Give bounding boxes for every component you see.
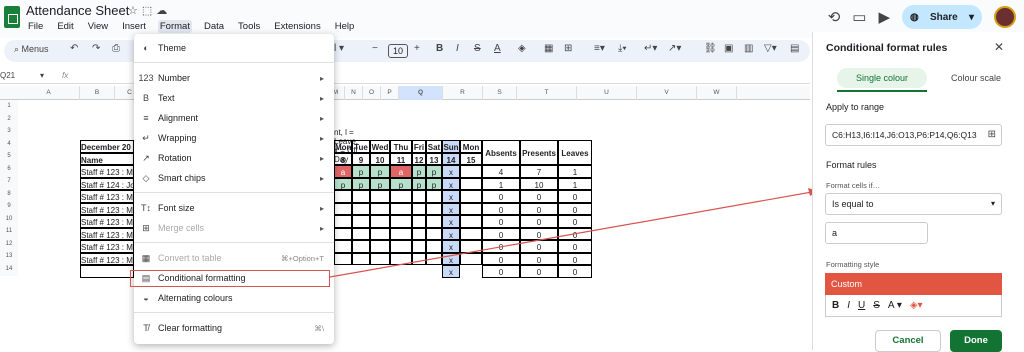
grid-select-icon[interactable]: ⊞ — [988, 125, 996, 145]
range-value: C6:H13,I6:I14,J6:O13,P6:P14,Q6:Q13 — [832, 130, 977, 140]
underline-icon[interactable]: U — [858, 300, 865, 311]
format-rules-label: Format rules — [826, 160, 877, 170]
conditional-format-panel: Conditional format rules ✕ Single colour… — [812, 32, 1024, 352]
cancel-button[interactable]: Cancel — [875, 330, 941, 352]
strikethrough-icon[interactable]: S — [873, 300, 880, 311]
italic-icon[interactable]: I — [847, 300, 850, 311]
close-icon[interactable]: ✕ — [994, 40, 1004, 54]
style-toolbar: B I U S A ▾ ◈▾ — [825, 295, 1002, 317]
panel-title: Conditional format rules — [826, 42, 948, 54]
chevron-down-icon: ▾ — [990, 199, 995, 208]
format-cells-if-label: Format cells if… — [826, 181, 881, 190]
rule-tabs: Single colour Colour scale — [825, 68, 1015, 92]
condition-value: Is equal to — [832, 199, 874, 209]
bold-icon[interactable]: B — [832, 300, 839, 311]
value-input[interactable]: a — [825, 222, 928, 244]
tab-colour-scale[interactable]: Colour scale — [937, 68, 1015, 88]
apply-range-label: Apply to range — [826, 102, 885, 112]
condition-dropdown[interactable]: Is equal to ▾ — [825, 193, 1002, 215]
fill-color-icon[interactable]: ◈▾ — [910, 300, 923, 311]
tab-underline — [837, 90, 927, 92]
formatting-style-label: Formatting style — [826, 260, 880, 269]
range-input[interactable]: C6:H13,I6:I14,J6:O13,P6:P14,Q6:Q13 ⊞ — [825, 124, 1002, 146]
tab-single-colour[interactable]: Single colour — [837, 68, 927, 88]
text-color-icon[interactable]: A ▾ — [888, 300, 902, 311]
done-button[interactable]: Done — [950, 330, 1002, 352]
style-preset-dropdown[interactable]: Custom — [825, 273, 1002, 295]
